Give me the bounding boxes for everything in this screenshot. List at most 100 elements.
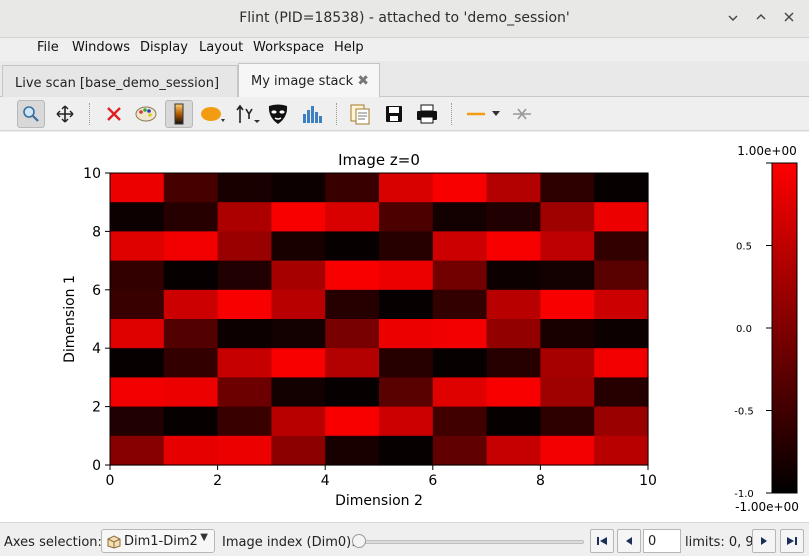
heatmap-cell <box>271 435 326 466</box>
zoom-button[interactable] <box>17 100 45 128</box>
image-index-label: Image index (Dim0): <box>222 535 356 550</box>
heatmap-cell <box>594 435 649 466</box>
toolbar-separator <box>451 103 452 125</box>
line-style-icon <box>467 111 500 116</box>
colorbar-min-label: -1.00e+00 <box>735 500 799 514</box>
heatmap-cell <box>163 202 219 232</box>
colorbar-tick-label: -0.5 <box>734 407 754 418</box>
save-button[interactable] <box>380 100 408 128</box>
tab-live-scan[interactable]: Live scan [base_demo_session] <box>2 65 238 97</box>
heatmap-cell <box>163 319 219 349</box>
colorbar-icon <box>174 103 184 125</box>
heatmap-cell <box>110 231 165 262</box>
menu-workspace[interactable]: Workspace <box>253 40 324 55</box>
heatmap-cell <box>217 319 272 349</box>
crosshair-icon <box>513 108 531 120</box>
menu-file[interactable]: File <box>37 40 59 55</box>
x-tick-label: 8 <box>536 473 545 489</box>
heatmap-cell <box>540 348 595 378</box>
image-index-slider-handle[interactable] <box>352 534 366 548</box>
chevron-down-icon: ▼ <box>200 532 208 543</box>
image-index-input[interactable]: 0 <box>643 529 681 553</box>
heatmap-cell <box>217 231 272 262</box>
reset-zoom-button[interactable] <box>100 100 128 128</box>
pan-button[interactable] <box>51 100 79 128</box>
heatmap-cell <box>432 348 488 378</box>
first-frame-button[interactable] <box>590 529 614 553</box>
heatmap-cell <box>594 173 649 203</box>
tab-my-image-stack[interactable]: My image stack ✖ <box>238 63 380 98</box>
heatmap-cell <box>540 202 595 232</box>
toolbar <box>0 97 809 131</box>
heatmap-cell <box>110 435 165 466</box>
x-tick-label: 0 <box>106 473 115 489</box>
heatmap-cell <box>271 406 326 437</box>
colorbar-button[interactable] <box>165 100 193 128</box>
next-icon <box>761 537 767 545</box>
heatmap-cell <box>325 377 380 408</box>
heatmap-cell <box>110 406 165 437</box>
x-tick-label: 2 <box>213 473 222 489</box>
heatmap-cell <box>594 289 649 320</box>
heatmap-plot[interactable]: Image z=0 0 2 4 6 8 10 0 2 4 6 8 10 Dimension 2 Di… <box>0 132 809 522</box>
mask-button[interactable] <box>264 100 292 128</box>
heatmap-cell <box>110 377 165 408</box>
zoom-icon <box>23 106 39 122</box>
heatmap-cell <box>540 435 595 466</box>
previous-icon <box>626 537 632 545</box>
heatmap-cell <box>271 231 326 262</box>
maximize-button[interactable] <box>750 8 772 30</box>
heatmap-cell <box>432 260 488 291</box>
next-frame-button[interactable] <box>752 529 776 553</box>
heatmap-cell <box>432 173 488 203</box>
title-bar: Flint (PID=18538) - attached to 'demo_se… <box>0 0 809 38</box>
heatmap-cell <box>217 406 272 437</box>
axis-button[interactable] <box>233 100 261 128</box>
heatmap-cell <box>271 348 326 378</box>
histogram-button[interactable] <box>298 100 326 128</box>
heatmap-cell <box>432 406 488 437</box>
minimize-button[interactable] <box>722 8 744 30</box>
menu-display[interactable]: Display <box>140 40 188 55</box>
heatmap-cell <box>432 202 488 232</box>
heatmap-cell <box>217 260 272 291</box>
heatmap-cell <box>110 348 165 378</box>
heatmap-cell <box>163 173 219 203</box>
heatmap-cell <box>217 348 272 378</box>
heatmap-cell <box>594 260 649 291</box>
plot-area[interactable]: Image z=0 0 2 4 6 8 10 0 2 4 6 8 10 Dimension 2 Di… <box>0 132 809 522</box>
heatmap-cell <box>325 348 380 378</box>
heatmap-cell <box>217 377 272 408</box>
close-button[interactable] <box>778 8 800 30</box>
last-frame-button[interactable] <box>780 529 804 553</box>
heatmap-cell <box>110 260 165 291</box>
heatmap-cell <box>486 231 541 262</box>
first-icon <box>597 537 607 545</box>
heatmap-cell <box>486 260 541 291</box>
colormap-button[interactable] <box>132 100 160 128</box>
axes-selection-combo[interactable]: Dim1-Dim2 ▼ <box>101 529 215 553</box>
heatmap-cell <box>379 260 434 291</box>
heatmap-cell <box>540 406 595 437</box>
heatmap-cell <box>325 202 380 232</box>
menu-layout[interactable]: Layout <box>199 40 243 55</box>
heatmap-cell <box>486 406 541 437</box>
image-index-slider[interactable] <box>354 540 584 544</box>
heatmap-cell <box>432 377 488 408</box>
copy-button[interactable] <box>346 100 374 128</box>
previous-frame-button[interactable] <box>617 529 641 553</box>
heatmap-cell <box>486 348 541 378</box>
x-axis-label: Dimension 2 <box>335 493 423 509</box>
line-style-button[interactable] <box>464 100 504 128</box>
heatmap-cell <box>379 377 434 408</box>
heatmap-cell <box>163 260 219 291</box>
roi-button[interactable] <box>199 100 227 128</box>
menu-windows[interactable]: Windows <box>72 40 130 55</box>
print-button[interactable] <box>413 100 441 128</box>
menu-help[interactable]: Help <box>334 40 364 55</box>
tab-label: Live scan [base_demo_session] <box>15 76 220 91</box>
crosshair-button[interactable] <box>508 100 536 128</box>
heatmap-cell <box>594 202 649 232</box>
tab-close-icon[interactable]: ✖ <box>357 73 369 89</box>
colorbar-max-label: 1.00e+00 <box>737 144 796 158</box>
